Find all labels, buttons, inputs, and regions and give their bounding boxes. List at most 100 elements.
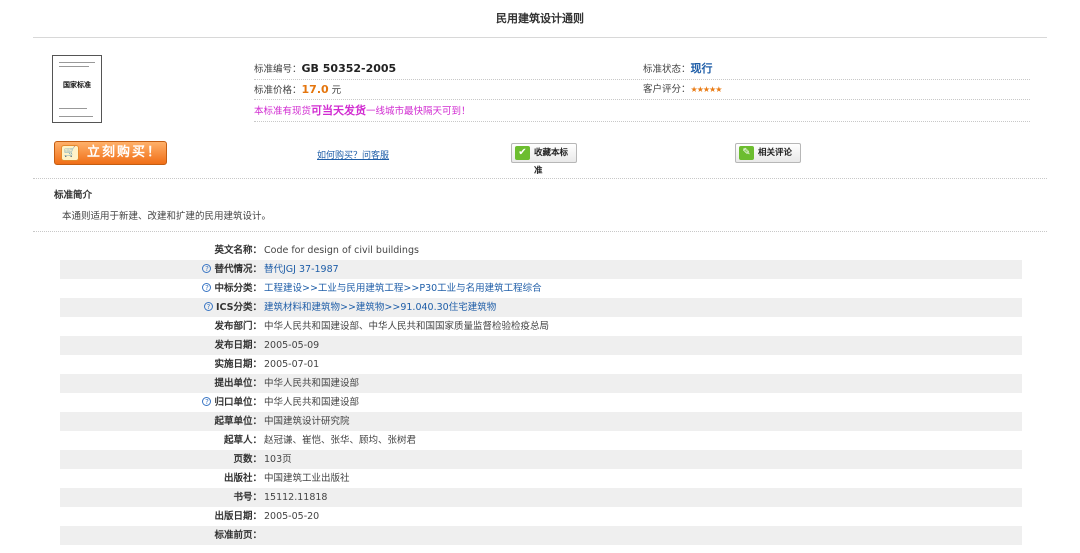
favorite-label: 收藏本标准 [534,148,569,176]
price-unit: 元 [328,85,342,96]
detail-value: 建筑材料和建筑物>>建筑物>>91.040.30住宅建筑物 [264,298,496,317]
detail-row-publisher-dept: 发布部门： 中华人民共和国建设部、中华人民共和国国家质量监督检验检疫总局 [60,317,1022,336]
review-button[interactable]: ✎ 相关评论 [735,143,801,163]
cover-line [59,66,89,67]
price-label: 标准价格： [254,85,302,96]
detail-label-wrap: ? 中标分类： [202,279,262,298]
detail-label: 英文名称： [214,245,262,256]
intro-text: 本通则适用于新建、改建和扩建的民用建筑设计。 [62,211,272,222]
detail-row-book-number: 书号： 15112.11818 [60,488,1022,507]
detail-row-pages: 页数： 103页 [60,450,1022,469]
cover-title: 国家标准 [63,80,91,89]
price-value: 17.0 [301,83,329,96]
info-divider [254,79,1030,80]
detail-label: 替代情况： [214,264,262,275]
status-label: 标准状态： [643,64,691,75]
detail-label: 起草单位： [214,416,262,427]
status-value: 现行 [690,62,713,75]
detail-value: 中华人民共和国建设部、中华人民共和国国家质量监督检验检疫总局 [264,321,550,332]
detail-value: 工程建设>>工业与民用建筑工程>>P30工业与名用建筑工程综合 [264,279,542,298]
detail-label: 出版日期： [214,511,262,522]
help-icon[interactable]: ? [203,302,213,311]
detail-row-proposer: 提出单位： 中华人民共和国建设部 [60,374,1022,393]
detail-row-english-name: 英文名称： Code for design of civil buildings [60,241,1022,260]
buy-now-button[interactable]: 🛒 立刻购买！ [54,141,167,165]
top-divider [33,37,1047,38]
detail-value: 2005-05-20 [264,511,320,522]
help-icon[interactable]: ? [202,264,212,273]
detail-value: 赵冠谦、崔恺、张华、顾均、张树君 [264,435,417,446]
checkmark-icon: ✔ [515,146,530,160]
detail-row-press-date: 出版日期： 2005-05-20 [60,507,1022,526]
rating-row: 客户评分：★★★★★ [643,81,723,99]
cart-icon: 🛒 [61,145,79,161]
detail-value: 中国建筑设计研究院 [264,416,350,427]
rating-stars-icon: ★★★★★ [690,85,723,94]
detail-row-front-pages: 标准前页： [60,526,1022,545]
detail-label: 中标分类： [214,283,262,294]
detail-row-drafters: 起草人： 赵冠谦、崔恺、张华、顾均、张树君 [60,431,1022,450]
shipping-pre: 本标准有现货 [254,106,312,117]
detail-value: 15112.11818 [264,492,328,503]
detail-label-wrap: ? ICS分类： [203,298,262,317]
detail-row-effective-date: 实施日期： 2005-07-01 [60,355,1022,374]
detail-value: 2005-07-01 [264,359,320,370]
detail-row-cn-classification: ? 中标分类： 工程建设>>工业与民用建筑工程>>P30工业与名用建筑工程综合 [60,279,1022,298]
replacement-link[interactable]: 替代JGJ 37-1987 [264,264,339,275]
detail-value: 中华人民共和国建设部 [264,397,360,408]
detail-label: 书号： [233,492,262,503]
detail-value: 2005-05-09 [264,340,320,351]
detail-value: 中华人民共和国建设部 [264,378,360,389]
detail-label-wrap: ? 替代情况： [202,260,262,279]
detail-label: 归口单位： [214,397,262,408]
edit-icon: ✎ [739,146,754,160]
detail-label: 起草人： [223,435,262,446]
cover-line [59,108,87,109]
detail-row-drafting-unit: 起草单位： 中国建筑设计研究院 [60,412,1022,431]
detail-label-wrap: ? 归口单位： [202,393,262,412]
rating-label: 客户评分： [643,84,691,95]
detail-label: 页数： [233,454,262,465]
standard-number-label: 标准编号： [254,64,302,75]
detail-row-administrator: ? 归口单位： 中华人民共和国建设部 [60,393,1022,412]
ics-link[interactable]: 建筑材料和建筑物>>建筑物>>91.040.30住宅建筑物 [264,302,496,313]
detail-value: 103页 [264,454,292,465]
page-title: 民用建筑设计通则 [496,12,584,25]
info-divider [254,99,1030,100]
detail-label: ICS分类： [215,302,262,313]
cover-line [59,116,93,117]
favorite-button[interactable]: ✔ 收藏本标准 [511,143,577,176]
detail-label: 标准前页： [214,530,262,541]
detail-table: 英文名称： Code for design of civil buildings… [60,241,1022,545]
detail-row-publish-date: 发布日期： 2005-05-09 [60,336,1022,355]
shipping-notice: 本标准有现货可当天发货一线城市最快隔天可到！ [254,102,471,120]
price-row: 标准价格：17.0 元 [254,81,341,99]
buy-now-label: 立刻购买！ [87,145,163,160]
detail-value: Code for design of civil buildings [264,245,419,256]
detail-row-press: 出版社： 中国建筑工业出版社 [60,469,1022,488]
shipping-post: 一线城市最快隔天可到！ [366,106,471,117]
detail-label: 发布日期： [214,340,262,351]
help-icon[interactable]: ? [202,397,212,406]
detail-label: 提出单位： [214,378,262,389]
standard-number-row: 标准编号：GB 50352-2005 [254,60,396,78]
classification-link[interactable]: 工程建设>>工业与民用建筑工程>>P30工业与名用建筑工程综合 [264,283,542,294]
detail-value: 中国建筑工业出版社 [264,473,350,484]
detail-row-replacement: ? 替代情况： 替代JGJ 37-1987 [60,260,1022,279]
intro-heading: 标准简介 [54,190,93,201]
detail-label: 发布部门： [214,321,262,332]
info-divider [254,121,1030,122]
section-divider [33,178,1047,179]
detail-value: 替代JGJ 37-1987 [264,260,339,279]
standard-number: GB 50352-2005 [301,62,397,75]
detail-label: 出版社： [223,473,262,484]
detail-row-ics-classification: ? ICS分类： 建筑材料和建筑物>>建筑物>>91.040.30住宅建筑物 [60,298,1022,317]
help-icon[interactable]: ? [202,283,212,292]
cover-line [59,62,95,63]
cover-thumbnail[interactable]: 国家标准 [52,55,102,123]
review-label: 相关评论 [758,148,793,158]
detail-label: 实施日期： [214,359,262,370]
shipping-emphasis: 可当天发货 [311,104,367,117]
section-divider [33,231,1047,232]
how-to-buy-link[interactable]: 如何购买？问客服 [317,148,389,161]
